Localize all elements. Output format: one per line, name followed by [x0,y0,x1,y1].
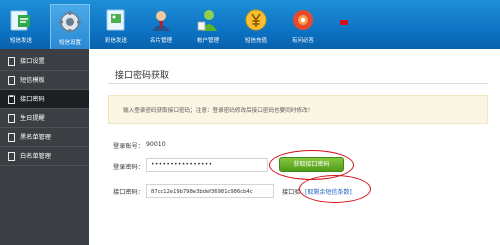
yen-recharge-icon [245,9,267,31]
clipboard-icon [8,95,15,104]
sidebar-item-birthday-reminder[interactable]: 生日提醒 [0,109,89,128]
sidebar-item-label: 黑名单管理 [20,134,51,141]
toolbar-label: 名片管理 [149,38,172,44]
red-marker [340,20,348,25]
api-password-field[interactable]: 87cc12e19b798e3bdef36981c986cb4c [146,184,274,198]
sidebar-item-label: 接口密码 [20,96,45,103]
doc-icon [8,76,15,85]
toolbar-item-business-cards[interactable]: 名片管理 [141,3,181,49]
sidebar-item-label: 白名单管理 [20,153,51,160]
main-content: 接口密码获取 输入登录密码获取接口密码；注意：登录密码修改后接口密码也要同时修改… [89,49,500,245]
toolbar-item-faq[interactable]: 有问必答 [283,3,323,49]
account-icon [197,10,217,31]
mms-send-icon [106,9,125,31]
sidebar-item-label: 短信模板 [20,77,45,84]
notice-box: 输入登录密码获取接口密码；注意：登录密码修改后接口密码也要同时修改！ [108,95,488,124]
title-divider [108,83,488,84]
toolbar-item-recharge[interactable]: 短信充值 [236,3,276,49]
doc-icon [8,152,15,161]
top-toolbar: 短信发送 短信设置 彩信发送 名片管理 帐户管理 短信充值 有问必答 [0,0,500,49]
doc-icon [8,57,15,66]
gear-settings-icon [59,11,81,33]
get-api-password-button[interactable]: 获取接口密码 [279,157,344,172]
sidebar-item-sms-templates[interactable]: 短信模板 [0,71,89,90]
toolbar-label: 短信发送 [9,38,32,44]
toolbar-label: 短信设置 [58,40,81,46]
sidebar-item-whitelist[interactable]: 白名单管理 [0,147,89,166]
sidebar-item-label: 生日提醒 [20,115,45,122]
sidebar: 接口设置 短信模板 接口密码 生日提醒 黑名单管理 白名单管理 [0,49,89,245]
sidebar-item-label: 接口设置 [20,58,45,65]
toolbar-item-account[interactable]: 帐户管理 [188,3,228,49]
account-value: 90010 [146,141,166,148]
toolbar-label: 帐户管理 [196,38,219,44]
message-send-icon [10,10,30,31]
account-label: 登录账号： [113,143,144,150]
notice-text: 输入登录密码获取接口密码；注意：登录密码修改后接口密码也要同时修改！ [123,108,314,114]
login-password-label: 登录密码： [113,164,144,171]
toolbar-item-sms-send[interactable]: 短信发送 [1,3,41,49]
sidebar-item-blacklist[interactable]: 黑名单管理 [0,128,89,147]
api-check-label: 接口验 [282,189,301,196]
sidebar-item-api-password[interactable]: 接口密码 [0,90,89,109]
api-password-value: 87cc12e19b798e3bdef36981c986cb4c [151,188,253,195]
login-password-input[interactable]: •••••••••••••••• [146,158,268,172]
toolbar-item-sms-settings[interactable]: 短信设置 [50,4,90,49]
toolbar-item-mms-send[interactable]: 彩信发送 [96,3,136,49]
page-title: 接口密码获取 [115,71,170,81]
api-password-label: 接口密码： [113,189,144,196]
question-answer-icon [293,10,313,30]
business-card-icon [152,11,170,31]
sidebar-item-api-settings[interactable]: 接口设置 [0,52,89,71]
toolbar-label: 彩信发送 [104,38,127,44]
toolbar-label: 短信充值 [244,38,267,44]
remaining-sms-link[interactable]: [取剩余短信条数] [305,187,352,196]
toolbar-label: 有问必答 [291,38,314,44]
login-password-value: •••••••••••••••• [151,161,213,168]
doc-icon [8,114,15,123]
doc-icon [8,133,15,142]
